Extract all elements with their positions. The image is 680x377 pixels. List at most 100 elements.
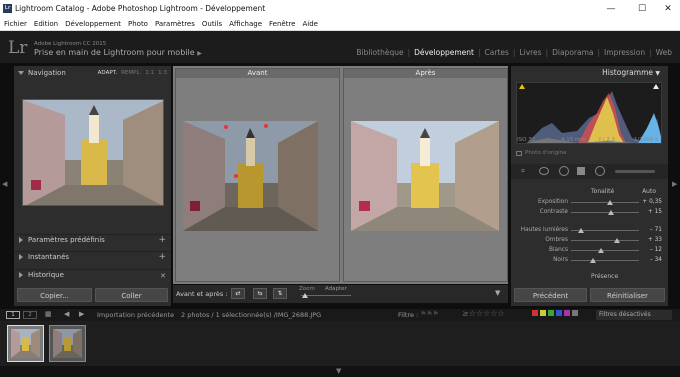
- slider-thumb[interactable]: [578, 228, 584, 233]
- paste-button[interactable]: Coller: [95, 288, 168, 302]
- highlights-slider[interactable]: Hautes lumières – 71: [511, 226, 668, 235]
- spot-removal-icon[interactable]: [539, 167, 549, 175]
- flag-filter-icons[interactable]: ⚑⚑⚑: [420, 310, 439, 318]
- page-2-button[interactable]: 2: [23, 311, 37, 319]
- slider-thumb[interactable]: [608, 210, 614, 215]
- menu-outils[interactable]: Outils: [198, 18, 225, 28]
- reset-button[interactable]: Réinitialiser: [590, 288, 665, 302]
- identity-subtitle[interactable]: Prise en main de Lightroom pour mobile ▶: [34, 48, 202, 57]
- filmstrip-thumb[interactable]: [7, 325, 44, 362]
- blacks-slider[interactable]: Noirs – 34: [511, 256, 668, 265]
- photo-count[interactable]: 2 photos / 1 sélectionnée(s) /IMG_2688.J…: [181, 311, 321, 319]
- zoom-fit[interactable]: ADAPT.: [94, 70, 117, 76]
- menu-affichage[interactable]: Affichage: [225, 18, 265, 28]
- red-eye-icon[interactable]: [559, 166, 569, 176]
- color-label-red[interactable]: [532, 310, 538, 316]
- clear-history-icon[interactable]: ✕: [160, 271, 166, 282]
- page-1-button[interactable]: 1: [6, 311, 20, 319]
- close-button[interactable]: ✕: [658, 2, 678, 16]
- slider-track[interactable]: [571, 250, 639, 251]
- color-label-green[interactable]: [548, 310, 554, 316]
- color-label-blue[interactable]: [556, 310, 562, 316]
- slider-value[interactable]: + 33: [648, 237, 662, 243]
- menu-edition[interactable]: Edition: [30, 18, 61, 28]
- histogram[interactable]: [516, 82, 662, 144]
- shadow-clipping-icon[interactable]: [519, 84, 525, 89]
- left-right-icon[interactable]: ⇄: [231, 288, 245, 299]
- module-web[interactable]: Web: [652, 48, 676, 57]
- zoom-fill[interactable]: REMPL.: [117, 70, 141, 76]
- swap-icon[interactable]: ⇆: [253, 288, 267, 299]
- module-developpement[interactable]: Développement: [410, 48, 478, 57]
- forward-arrow-icon[interactable]: ▶: [79, 310, 84, 318]
- slider-track[interactable]: [571, 202, 639, 203]
- after-photo[interactable]: [351, 121, 499, 231]
- zoom-slider-track[interactable]: [301, 295, 351, 296]
- menu-photo[interactable]: Photo: [124, 18, 151, 28]
- slider-thumb[interactable]: [607, 200, 613, 205]
- toolbar-menu-icon[interactable]: ▼: [495, 289, 500, 297]
- slider-value[interactable]: – 12: [650, 247, 662, 253]
- zoom-slider-thumb[interactable]: [302, 293, 308, 298]
- slider-track[interactable]: [571, 260, 639, 261]
- grid-view-icon[interactable]: ▦: [45, 310, 52, 318]
- slider-track[interactable]: [571, 212, 639, 213]
- menu-developpement[interactable]: Développement: [61, 18, 124, 28]
- graduated-filter-icon[interactable]: [577, 167, 585, 175]
- navigator-header[interactable]: Navigation ADAPT. REMPL. 1:1 1:3: [14, 68, 171, 79]
- star-rating-filter[interactable]: ≥☆☆☆☆☆: [462, 309, 505, 318]
- crop-tool-icon[interactable]: ⌗: [521, 167, 525, 176]
- color-label-purple[interactable]: [564, 310, 570, 316]
- module-diaporama[interactable]: Diaporama: [548, 48, 597, 57]
- filmstrip-toggle-icon[interactable]: ▼: [336, 367, 341, 375]
- left-panel-toggle-icon[interactable]: ◀: [2, 180, 7, 188]
- maximize-button[interactable]: ☐: [632, 2, 652, 16]
- adjustment-brush-icon[interactable]: [615, 170, 655, 173]
- navigator-preview[interactable]: [22, 99, 164, 206]
- slider-thumb[interactable]: [614, 238, 620, 243]
- exposure-slider[interactable]: Exposition + 0,35: [511, 198, 668, 207]
- zoom-1-1[interactable]: 1:1: [141, 70, 154, 76]
- history-header[interactable]: Historique ✕: [14, 269, 171, 280]
- whites-slider[interactable]: Blancs – 12: [511, 246, 668, 255]
- after-pane[interactable]: Après: [343, 68, 508, 282]
- previous-button[interactable]: Précédent: [514, 288, 587, 302]
- filmstrip-thumb[interactable]: [49, 325, 86, 362]
- add-snapshot-icon[interactable]: +: [158, 252, 166, 263]
- slider-thumb[interactable]: [590, 258, 596, 263]
- menu-aide[interactable]: Aide: [298, 18, 320, 28]
- right-panel-toggle-icon[interactable]: ▶: [672, 180, 677, 188]
- radial-filter-icon[interactable]: [595, 166, 605, 176]
- back-arrow-icon[interactable]: ◀: [64, 310, 69, 318]
- copy-button[interactable]: Copier...: [17, 288, 92, 302]
- menu-parametres[interactable]: Paramètres: [151, 18, 198, 28]
- snapshots-header[interactable]: Instantanés +: [14, 251, 171, 262]
- module-cartes[interactable]: Cartes: [481, 48, 513, 57]
- menu-fenetre[interactable]: Fenêtre: [265, 18, 298, 28]
- slider-value[interactable]: + 0,35: [642, 199, 662, 205]
- module-impression[interactable]: Impression: [600, 48, 649, 57]
- original-photo-checkbox[interactable]: [516, 151, 522, 156]
- filters-dropdown[interactable]: Filtres désactivés: [596, 310, 672, 320]
- zoom-1-3[interactable]: 1:3: [154, 70, 167, 76]
- highlight-clipping-icon[interactable]: [653, 84, 659, 89]
- copy-settings-icon[interactable]: ⇅: [273, 288, 287, 299]
- shadows-slider[interactable]: Ombres + 33: [511, 236, 668, 245]
- slider-value[interactable]: + 15: [648, 209, 662, 215]
- before-pane[interactable]: Avant: [175, 68, 340, 282]
- module-livres[interactable]: Livres: [515, 48, 545, 57]
- color-label-yellow[interactable]: [540, 310, 546, 316]
- minimize-button[interactable]: —: [601, 2, 621, 16]
- presets-header[interactable]: Paramètres prédéfinis +: [14, 234, 171, 245]
- add-preset-icon[interactable]: +: [158, 235, 166, 246]
- color-label-gray[interactable]: [572, 310, 578, 316]
- slider-value[interactable]: – 34: [650, 257, 662, 263]
- slider-track[interactable]: [571, 240, 639, 241]
- module-bibliotheque[interactable]: Bibliothèque: [352, 48, 407, 57]
- menu-fichier[interactable]: Fichier: [0, 18, 30, 28]
- before-photo[interactable]: [183, 121, 318, 231]
- tone-auto-button[interactable]: Auto: [642, 188, 656, 195]
- slider-thumb[interactable]: [598, 248, 604, 253]
- contrast-slider[interactable]: Contraste + 15: [511, 208, 668, 217]
- slider-value[interactable]: – 71: [650, 227, 662, 233]
